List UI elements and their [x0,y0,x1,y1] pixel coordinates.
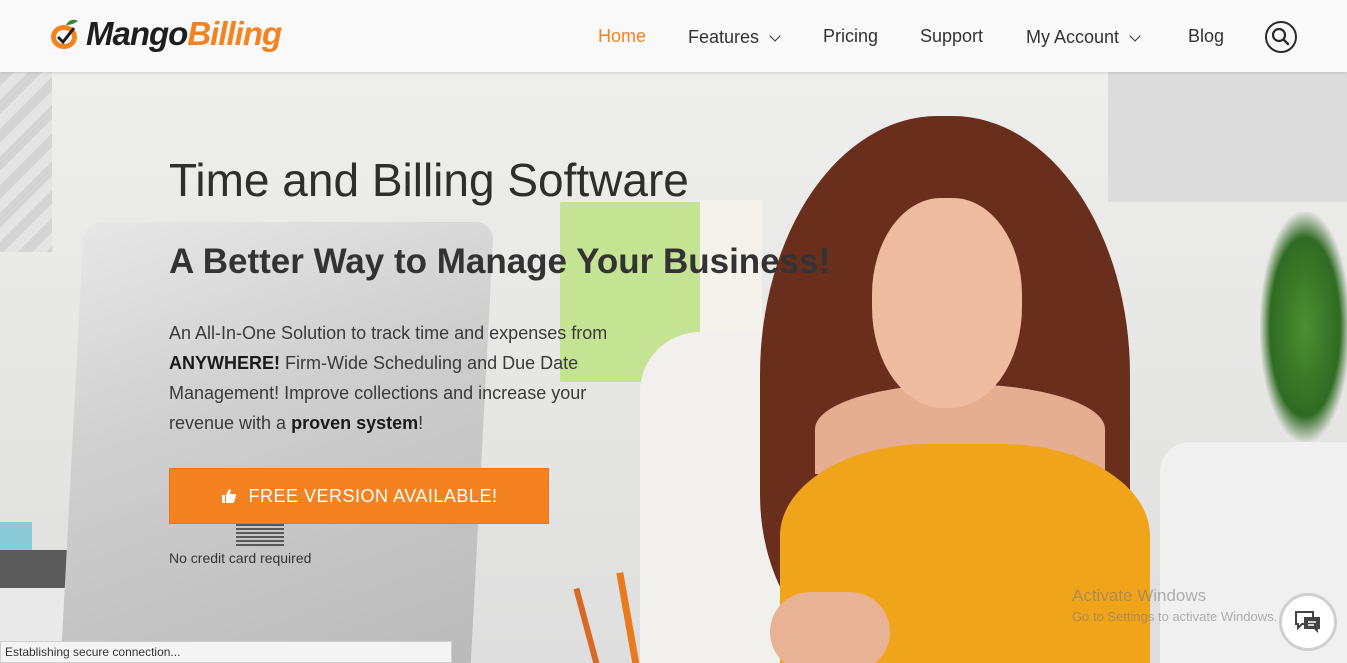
computer-monitor [60,222,494,663]
hero-text: An [169,323,196,343]
search-button[interactable] [1265,21,1297,53]
logo[interactable]: MangoBilling [48,8,282,60]
free-version-button[interactable]: FREE VERSION AVAILABLE! [169,468,549,524]
chat-widget-button[interactable] [1279,593,1337,651]
no-credit-card-note: No credit card required [169,550,312,566]
nav-label: Support [920,26,984,46]
logo-text-mango: Mango [86,15,188,52]
desk-object [0,522,32,550]
logo-text-billing: Billing [187,15,282,52]
woman-face [872,198,1022,408]
windows-activation-watermark: Activate Windows Go to Settings to activ… [1072,586,1277,624]
hero-text: ! [418,413,424,433]
nav-support[interactable]: Support [920,26,983,47]
nav-blog[interactable]: Blog [1188,26,1224,47]
chat-icon [1295,611,1320,633]
wall-decor [0,72,52,252]
nav-my-account[interactable]: My Account [1026,27,1141,48]
hero-highlight: proven system [291,413,419,433]
cta-label: FREE VERSION AVAILABLE! [248,485,498,506]
woman-arm [770,592,890,663]
nav-label: Features [688,27,760,47]
hero-highlight: ANYWHERE! [169,353,280,373]
nav-features[interactable]: Features [688,27,781,48]
hero-highlight: All-In-One Solution [195,323,347,343]
nav-label: Blog [1188,26,1225,46]
plant [1260,212,1347,442]
search-icon [1271,27,1290,46]
monitor-vent [236,524,284,546]
mango-check-icon [48,16,84,52]
hero-subtitle: A Better Way to Manage Your Business! [169,242,831,281]
pencil [616,572,641,663]
pencil [573,587,603,663]
nav-home[interactable]: Home [598,26,646,47]
watermark-subtitle: Go to Settings to activate Windows. [1072,609,1278,624]
nav-pricing[interactable]: Pricing [823,26,878,47]
hero-title: Time and Billing Software [169,154,689,206]
browser-status-bar: Establishing secure connection... [0,641,452,663]
site-header: MangoBilling Home Features Pricing Suppo… [0,0,1347,72]
chevron-down-icon [1129,29,1141,42]
nav-label: My Account [1026,27,1120,47]
hero-description: An All-In-One Solution to track time and… [169,318,639,438]
nav-label: Pricing [823,26,879,46]
nav-label: Home [598,26,647,46]
watermark-title: Activate Windows [1072,586,1207,605]
thumbs-up-icon [221,488,237,504]
wall-panel [1108,72,1347,202]
hero-text: to track time and expenses from [346,323,608,343]
chevron-down-icon [769,29,781,42]
